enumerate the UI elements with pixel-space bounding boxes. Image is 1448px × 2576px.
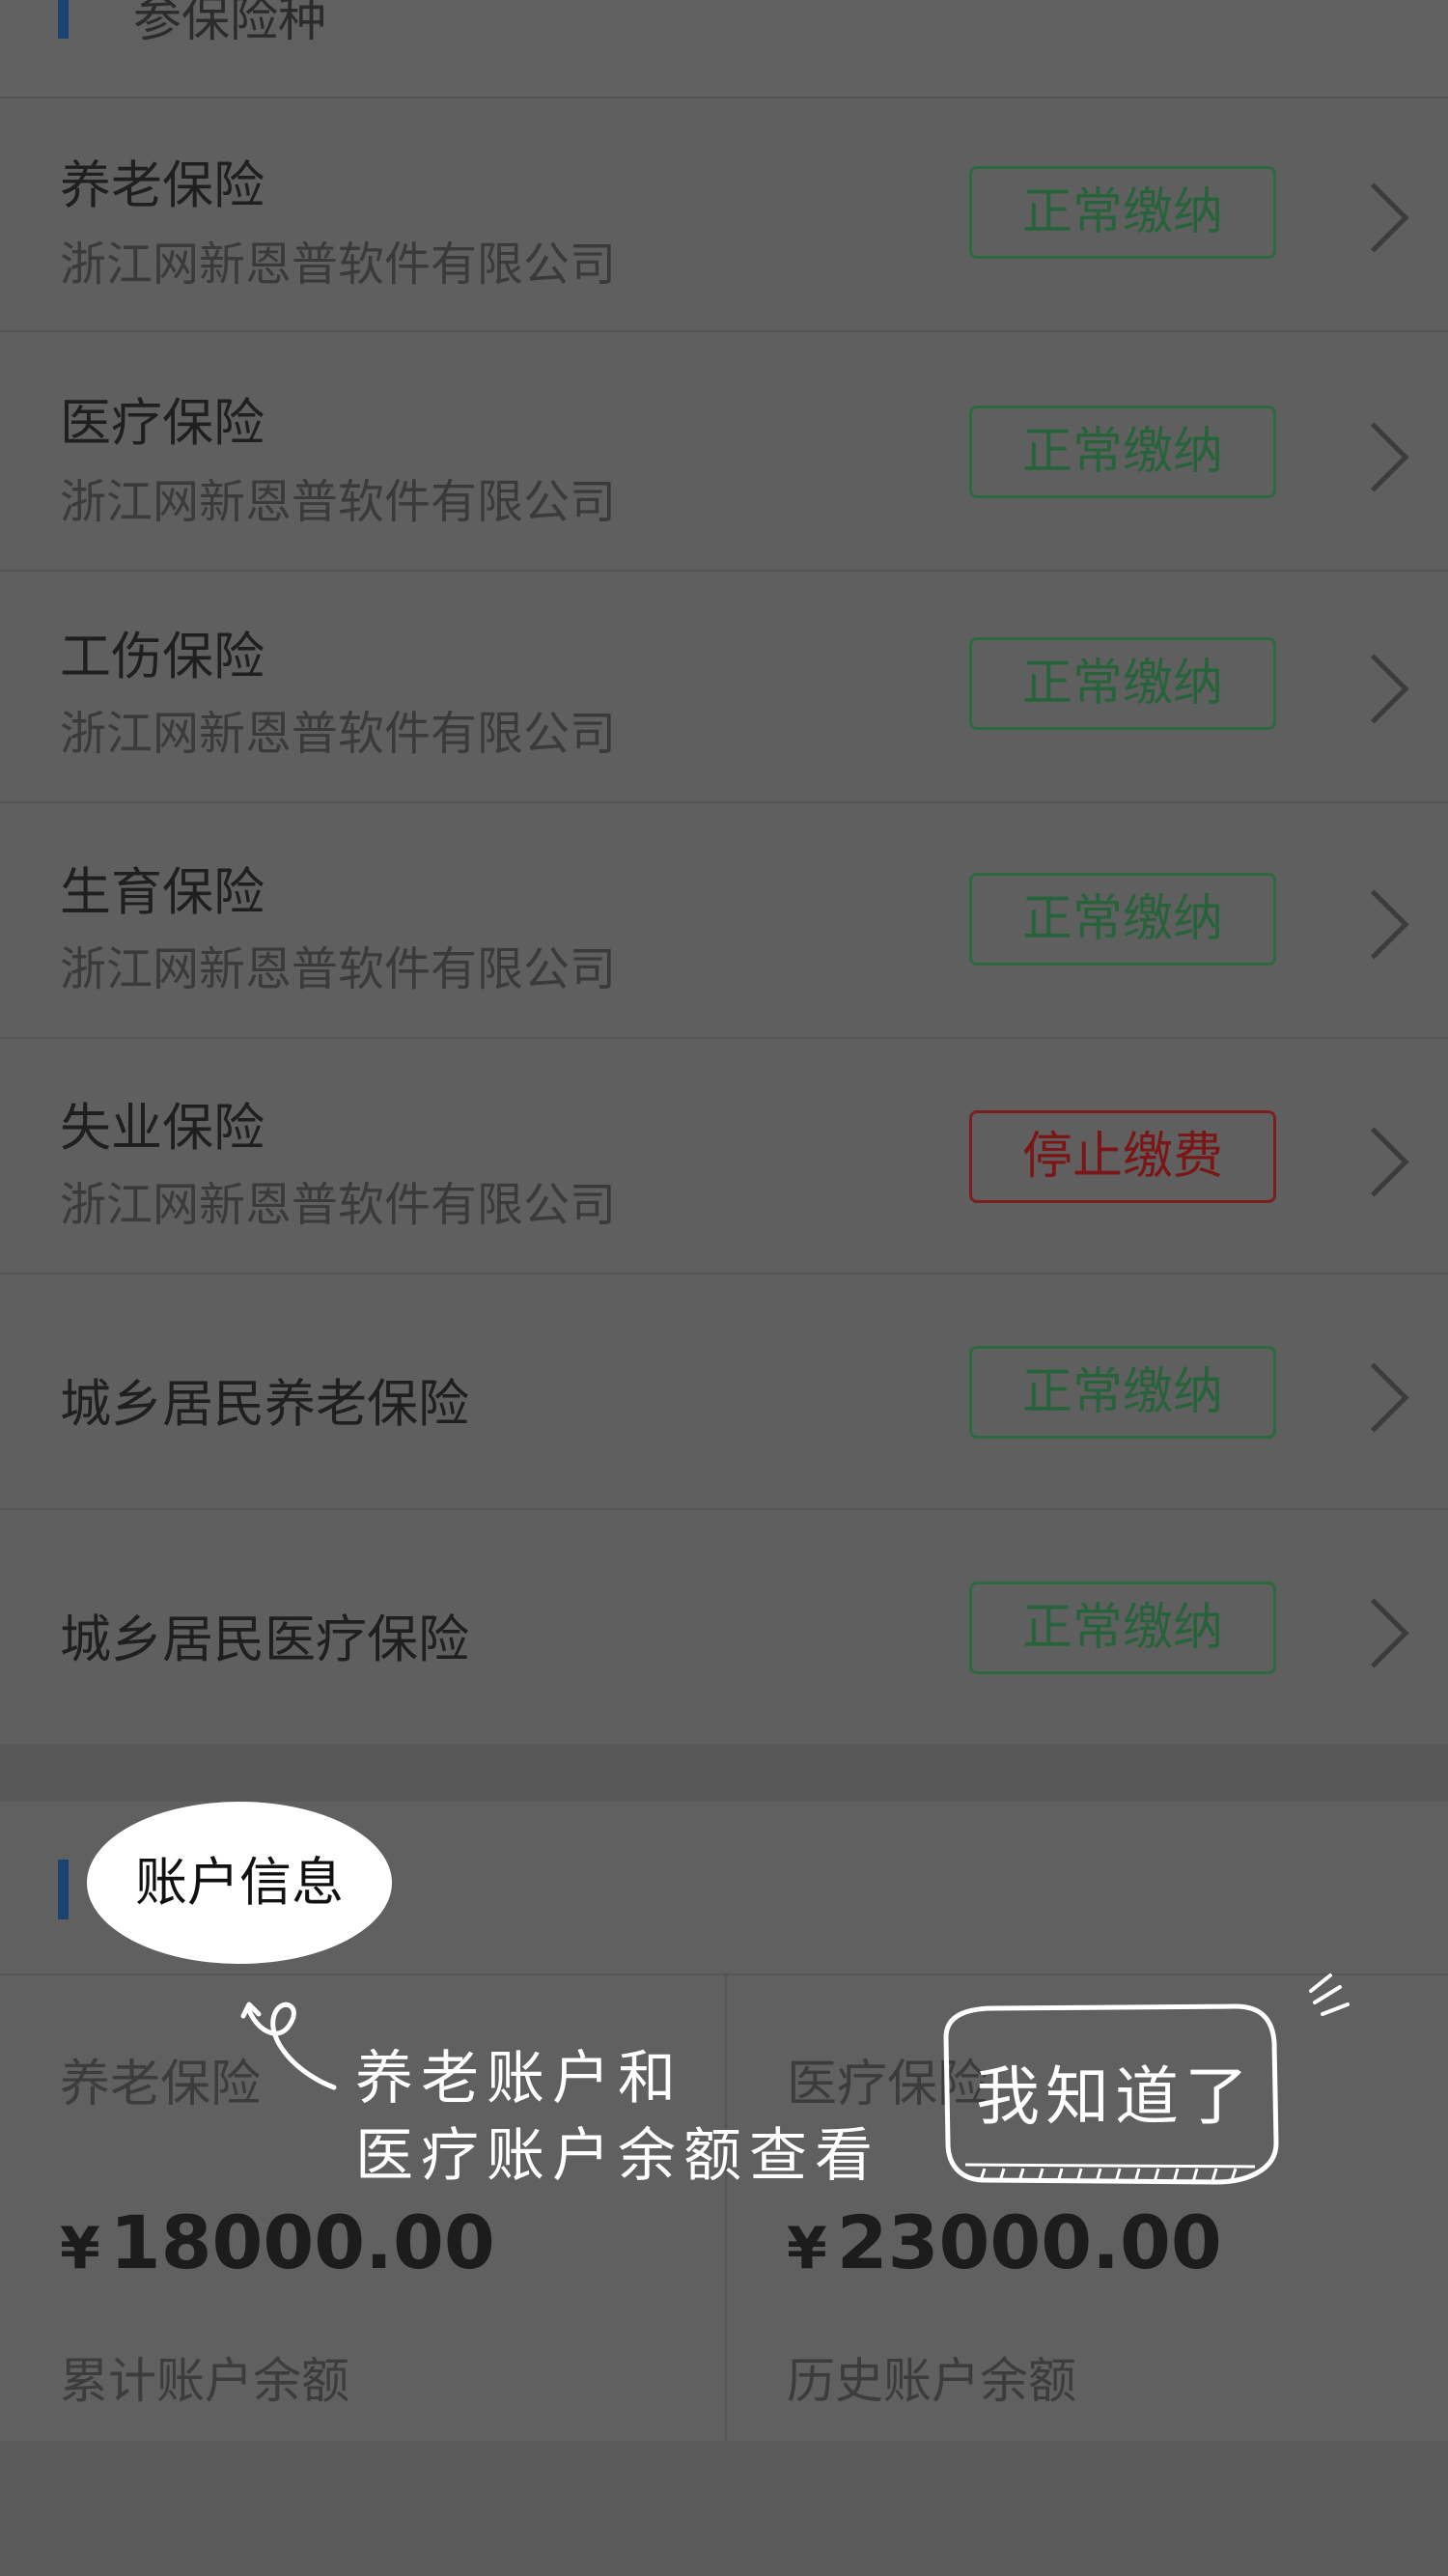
dismiss-button[interactable]: 我知道了 bbox=[965, 2045, 1265, 2138]
guide-overlay: 账户信息 养老账户和 医疗账户余额查看 我知道了 bbox=[0, 0, 1448, 2576]
guide-hint-line1: 养老账户和 bbox=[355, 2045, 683, 2113]
spotlight-label: 账户信息 bbox=[135, 1852, 344, 1913]
guide-hint-line2: 医疗账户余额查看 bbox=[355, 2122, 880, 2190]
sparkle-icon bbox=[1309, 1974, 1350, 2016]
